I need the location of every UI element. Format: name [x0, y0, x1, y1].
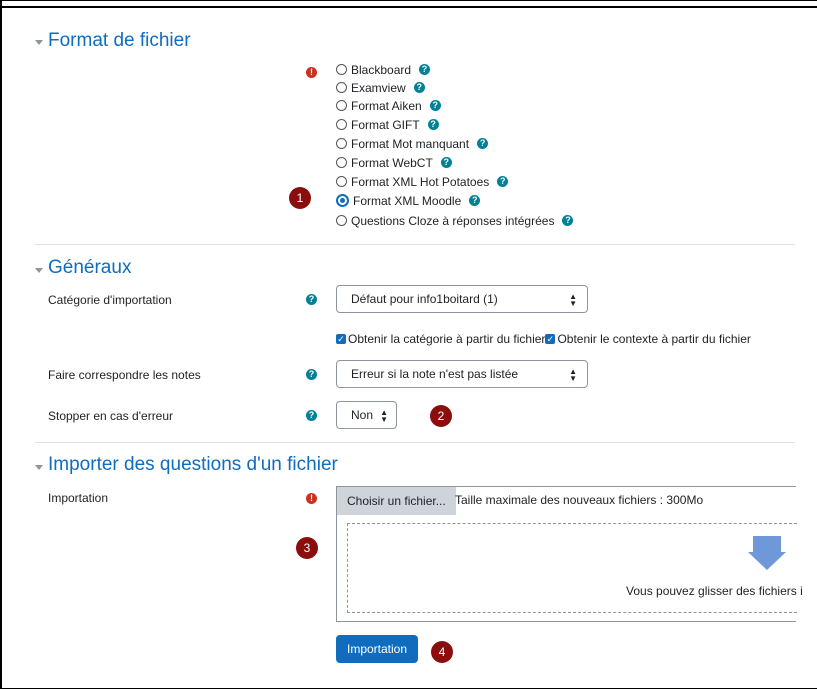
radio-icon[interactable] — [336, 64, 347, 75]
radio-icon[interactable] — [336, 157, 347, 168]
choose-file-button[interactable]: Choisir un fichier... — [337, 487, 456, 515]
dropzone-text: Vous pouvez glisser des fichiers i — [626, 584, 803, 598]
format-option-label[interactable]: Format XML Moodle — [353, 194, 461, 208]
section-title-import[interactable]: Importer des questions d'un fichier — [48, 454, 338, 476]
radio-icon[interactable] — [336, 119, 347, 130]
format-option[interactable]: Examview? — [336, 79, 425, 96]
section-divider — [35, 244, 795, 245]
radio-icon[interactable] — [336, 138, 347, 149]
category-label: Catégorie d'importation — [48, 293, 172, 307]
help-icon[interactable]: ? — [306, 294, 317, 305]
grades-label: Faire correspondre les notes — [48, 368, 201, 382]
help-icon[interactable]: ? — [427, 119, 439, 130]
annotation-badge-1: 1 — [289, 187, 311, 209]
checkbox-checked-icon[interactable]: ✓ — [545, 334, 556, 344]
annotation-badge-2: 2 — [430, 405, 452, 427]
download-arrow-icon — [748, 536, 786, 570]
format-option-label[interactable]: Questions Cloze à réponses intégrées — [351, 214, 554, 228]
section-title-general[interactable]: Généraux — [48, 257, 131, 279]
checkbox-checked-icon[interactable]: ✓ — [336, 334, 346, 344]
format-option[interactable]: Questions Cloze à réponses intégrées? — [336, 212, 574, 229]
chk-category-label[interactable]: Obtenir la catégorie à partir du fichier — [348, 332, 545, 346]
format-option-label[interactable]: Format GIFT — [351, 118, 420, 132]
required-icon: ! — [306, 493, 317, 504]
format-option-label[interactable]: Blackboard — [351, 63, 411, 77]
help-icon[interactable]: ? — [306, 410, 317, 421]
format-option[interactable]: Format Mot manquant? — [336, 135, 489, 152]
format-option[interactable]: Blackboard? — [336, 61, 431, 78]
select-arrow-icon: ▲ ▼ — [569, 367, 577, 383]
format-option[interactable]: Format XML Moodle? — [336, 192, 481, 209]
help-icon[interactable]: ? — [562, 215, 574, 226]
section-title-format[interactable]: Format de fichier — [48, 30, 191, 52]
help-icon[interactable]: ? — [469, 195, 481, 206]
stop-select[interactable]: Non ▲ ▼ — [336, 401, 397, 429]
category-select[interactable]: Défaut pour info1boitard (1) ▲ ▼ — [336, 285, 588, 313]
chk-context-label[interactable]: Obtenir le contexte à partir du fichier — [557, 332, 750, 346]
format-option[interactable]: Format GIFT? — [336, 116, 439, 133]
format-option-label[interactable]: Format XML Hot Potatoes — [351, 175, 489, 189]
grades-select[interactable]: Erreur si la note n'est pas listée ▲ ▼ — [336, 360, 588, 388]
format-option-label[interactable]: Format WebCT — [351, 156, 433, 170]
radio-icon[interactable] — [336, 82, 347, 93]
help-icon[interactable]: ? — [429, 100, 441, 111]
file-picker: Choisir un fichier... Taille maximale de… — [336, 486, 803, 622]
format-option-label[interactable]: Format Aiken — [351, 99, 422, 113]
grades-select-value: Erreur si la note n'est pas listée — [351, 367, 519, 381]
import-label: Importation — [48, 491, 109, 505]
max-size-text: Taille maximale des nouveaux fichiers : … — [455, 493, 704, 507]
radio-icon[interactable] — [336, 176, 347, 187]
help-icon[interactable]: ? — [440, 157, 452, 168]
help-icon[interactable]: ? — [477, 138, 489, 149]
collapse-chevron-icon[interactable] — [35, 268, 43, 273]
section-divider — [35, 442, 795, 443]
required-icon: ! — [306, 67, 317, 78]
collapse-chevron-icon[interactable] — [35, 40, 43, 45]
file-dropzone[interactable]: Vous pouvez glisser des fichiers i — [347, 523, 803, 613]
help-icon[interactable]: ? — [413, 82, 425, 93]
format-option-label[interactable]: Examview — [351, 81, 406, 95]
collapse-chevron-icon[interactable] — [35, 465, 43, 470]
select-arrow-icon: ▲ ▼ — [380, 408, 388, 424]
radio-icon[interactable] — [336, 215, 347, 226]
stop-select-value: Non — [351, 408, 374, 422]
import-checkboxes: ✓ Obtenir la catégorie à partir du fichi… — [336, 332, 751, 346]
format-option-label[interactable]: Format Mot manquant — [351, 137, 469, 151]
format-option[interactable]: Format XML Hot Potatoes? — [336, 173, 509, 190]
format-option[interactable]: Format Aiken? — [336, 97, 441, 114]
annotation-badge-3: 3 — [296, 537, 318, 559]
radio-icon[interactable] — [336, 100, 347, 111]
select-arrow-icon: ▲ ▼ — [569, 292, 577, 308]
help-icon[interactable]: ? — [419, 64, 431, 75]
stop-label: Stopper en cas d'erreur — [48, 409, 174, 423]
help-icon[interactable]: ? — [497, 176, 509, 187]
annotation-badge-4: 4 — [431, 641, 453, 663]
category-select-value: Défaut pour info1boitard (1) — [351, 292, 498, 306]
import-submit-button[interactable]: Importation — [336, 635, 418, 663]
format-option[interactable]: Format WebCT? — [336, 154, 452, 171]
radio-selected-icon[interactable] — [336, 194, 349, 207]
help-icon[interactable]: ? — [306, 369, 317, 380]
